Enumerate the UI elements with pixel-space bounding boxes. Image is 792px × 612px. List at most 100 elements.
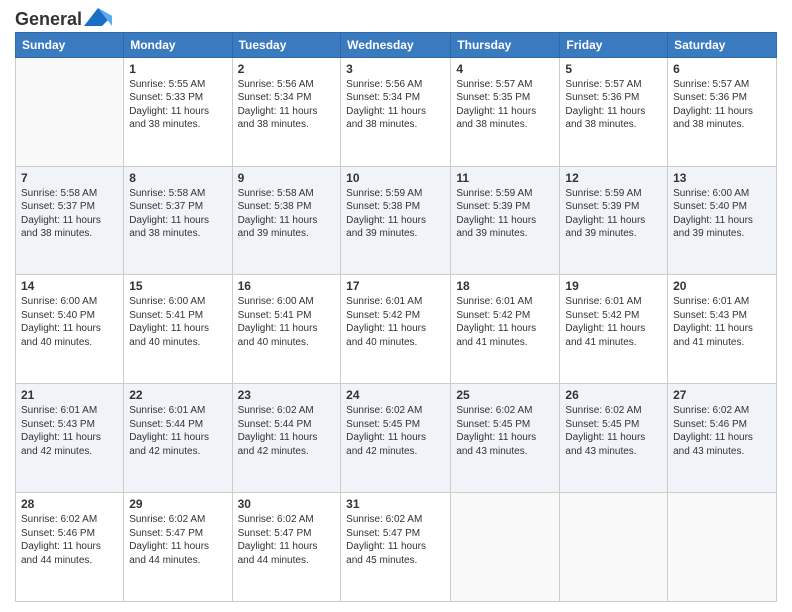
calendar-cell: 31 Sunrise: 6:02 AMSunset: 5:47 PMDayligh… — [341, 493, 451, 602]
calendar-cell: 19Sunrise: 6:01 AMSunset: 5:42 PMDayligh… — [560, 275, 668, 384]
day-number: 24 — [346, 388, 445, 402]
day-number: 15 — [129, 279, 226, 293]
day-info: Sunrise: 5:57 AMSunset: 5:36 PMDaylight:… — [565, 78, 662, 132]
day-number: 23 — [238, 388, 336, 402]
logo-text: General — [15, 10, 82, 30]
day-number: 2 — [238, 62, 336, 76]
day-info: Sunrise: 6:02 AMSunset: 5:47 PMDaylight:… — [346, 513, 445, 567]
day-number: 20 — [673, 279, 771, 293]
calendar-cell: 22 Sunrise: 6:01 AMSunset: 5:44 PMDayligh… — [124, 384, 232, 493]
calendar-cell: 25Sunrise: 6:02 AMSunset: 5:45 PMDayligh… — [451, 384, 560, 493]
day-info: Sunrise: 6:02 AMSunset: 5:46 PMDaylight:… — [21, 513, 118, 567]
day-number: 31 — [346, 497, 445, 511]
day-number: 8 — [129, 171, 226, 185]
calendar-table: SundayMondayTuesdayWednesdayThursdayFrid… — [15, 32, 777, 602]
day-info: Sunrise: 6:01 AMSunset: 5:42 PMDaylight:… — [456, 295, 554, 349]
calendar-cell: 6Sunrise: 5:57 AMSunset: 5:36 PMDaylight… — [668, 57, 777, 166]
col-header-saturday: Saturday — [668, 32, 777, 57]
calendar-cell: 14 Sunrise: 6:00 AMSunset: 5:40 PMDayligh… — [16, 275, 124, 384]
calendar-week-row: 14 Sunrise: 6:00 AMSunset: 5:40 PMDayligh… — [16, 275, 777, 384]
calendar-cell: 18 Sunrise: 6:01 AMSunset: 5:42 PMDayligh… — [451, 275, 560, 384]
day-number: 11 — [456, 171, 554, 185]
calendar-cell: 23 Sunrise: 6:02 AMSunset: 5:44 PMDayligh… — [232, 384, 341, 493]
calendar-cell: 15 Sunrise: 6:00 AMSunset: 5:41 PMDayligh… — [124, 275, 232, 384]
calendar-cell — [451, 493, 560, 602]
day-number: 4 — [456, 62, 554, 76]
calendar-cell — [668, 493, 777, 602]
calendar-header-row: SundayMondayTuesdayWednesdayThursdayFrid… — [16, 32, 777, 57]
day-number: 13 — [673, 171, 771, 185]
header: General — [15, 10, 777, 24]
day-info: Sunrise: 6:00 AMSunset: 5:40 PMDaylight:… — [21, 295, 118, 349]
day-info: Sunrise: 6:00 AMSunset: 5:41 PMDaylight:… — [238, 295, 336, 349]
day-info: Sunrise: 6:01 AMSunset: 5:42 PMDaylight:… — [565, 295, 662, 349]
day-number: 7 — [21, 171, 118, 185]
calendar-cell: 30 Sunrise: 6:02 AMSunset: 5:47 PMDayligh… — [232, 493, 341, 602]
day-info: Sunrise: 5:59 AMSunset: 5:39 PMDaylight:… — [456, 187, 554, 241]
calendar-week-row: 21 Sunrise: 6:01 AMSunset: 5:43 PMDayligh… — [16, 384, 777, 493]
calendar-cell: 10Sunrise: 5:59 AMSunset: 5:38 PMDayligh… — [341, 166, 451, 275]
calendar-cell: 11 Sunrise: 5:59 AMSunset: 5:39 PMDayligh… — [451, 166, 560, 275]
day-number: 30 — [238, 497, 336, 511]
day-number: 3 — [346, 62, 445, 76]
col-header-tuesday: Tuesday — [232, 32, 341, 57]
day-number: 14 — [21, 279, 118, 293]
day-info: Sunrise: 5:59 AMSunset: 5:39 PMDaylight:… — [565, 187, 662, 241]
day-info: Sunrise: 6:02 AMSunset: 5:47 PMDaylight:… — [129, 513, 226, 567]
day-number: 21 — [21, 388, 118, 402]
day-info: Sunrise: 6:02 AMSunset: 5:44 PMDaylight:… — [238, 404, 336, 458]
day-number: 16 — [238, 279, 336, 293]
calendar-cell: 13 Sunrise: 6:00 AMSunset: 5:40 PMDayligh… — [668, 166, 777, 275]
day-number: 1 — [129, 62, 226, 76]
day-info: Sunrise: 6:02 AMSunset: 5:45 PMDaylight:… — [346, 404, 445, 458]
calendar-cell: 17 Sunrise: 6:01 AMSunset: 5:42 PMDayligh… — [341, 275, 451, 384]
day-number: 27 — [673, 388, 771, 402]
logo: General — [15, 10, 112, 24]
calendar-cell — [16, 57, 124, 166]
day-number: 25 — [456, 388, 554, 402]
day-info: Sunrise: 5:58 AMSunset: 5:38 PMDaylight:… — [238, 187, 336, 241]
day-info: Sunrise: 5:55 AMSunset: 5:33 PMDaylight:… — [129, 78, 226, 132]
calendar-cell: 29Sunrise: 6:02 AMSunset: 5:47 PMDayligh… — [124, 493, 232, 602]
calendar-cell: 4Sunrise: 5:57 AMSunset: 5:35 PMDaylight… — [451, 57, 560, 166]
calendar-cell: 3 Sunrise: 5:56 AMSunset: 5:34 PMDaylight… — [341, 57, 451, 166]
logo-icon — [84, 8, 112, 28]
day-info: Sunrise: 6:01 AMSunset: 5:42 PMDaylight:… — [346, 295, 445, 349]
day-number: 17 — [346, 279, 445, 293]
calendar-cell: 21 Sunrise: 6:01 AMSunset: 5:43 PMDayligh… — [16, 384, 124, 493]
calendar-cell: 12 Sunrise: 5:59 AMSunset: 5:39 PMDayligh… — [560, 166, 668, 275]
calendar-cell: 27 Sunrise: 6:02 AMSunset: 5:46 PMDayligh… — [668, 384, 777, 493]
day-number: 9 — [238, 171, 336, 185]
day-number: 18 — [456, 279, 554, 293]
day-number: 22 — [129, 388, 226, 402]
calendar-cell: 8 Sunrise: 5:58 AMSunset: 5:37 PMDaylight… — [124, 166, 232, 275]
calendar-cell: 24 Sunrise: 6:02 AMSunset: 5:45 PMDayligh… — [341, 384, 451, 493]
day-number: 6 — [673, 62, 771, 76]
day-info: Sunrise: 6:01 AMSunset: 5:43 PMDaylight:… — [673, 295, 771, 349]
day-number: 5 — [565, 62, 662, 76]
day-info: Sunrise: 6:02 AMSunset: 5:47 PMDaylight:… — [238, 513, 336, 567]
col-header-sunday: Sunday — [16, 32, 124, 57]
calendar-cell: 5 Sunrise: 5:57 AMSunset: 5:36 PMDaylight… — [560, 57, 668, 166]
day-info: Sunrise: 6:00 AMSunset: 5:40 PMDaylight:… — [673, 187, 771, 241]
calendar-cell: 16 Sunrise: 6:00 AMSunset: 5:41 PMDayligh… — [232, 275, 341, 384]
day-number: 12 — [565, 171, 662, 185]
calendar-cell: 2 Sunrise: 5:56 AMSunset: 5:34 PMDaylight… — [232, 57, 341, 166]
day-info: Sunrise: 6:02 AMSunset: 5:46 PMDaylight:… — [673, 404, 771, 458]
day-info: Sunrise: 6:01 AMSunset: 5:43 PMDaylight:… — [21, 404, 118, 458]
calendar-cell: 20 Sunrise: 6:01 AMSunset: 5:43 PMDayligh… — [668, 275, 777, 384]
day-info: Sunrise: 5:58 AMSunset: 5:37 PMDaylight:… — [21, 187, 118, 241]
col-header-wednesday: Wednesday — [341, 32, 451, 57]
day-info: Sunrise: 6:02 AMSunset: 5:45 PMDaylight:… — [565, 404, 662, 458]
logo-general: General — [15, 9, 82, 29]
calendar-cell: 28 Sunrise: 6:02 AMSunset: 5:46 PMDayligh… — [16, 493, 124, 602]
day-info: Sunrise: 6:00 AMSunset: 5:41 PMDaylight:… — [129, 295, 226, 349]
day-info: Sunrise: 5:56 AMSunset: 5:34 PMDaylight:… — [238, 78, 336, 132]
calendar-cell: 26Sunrise: 6:02 AMSunset: 5:45 PMDayligh… — [560, 384, 668, 493]
day-info: Sunrise: 6:01 AMSunset: 5:44 PMDaylight:… — [129, 404, 226, 458]
calendar-cell — [560, 493, 668, 602]
day-info: Sunrise: 5:58 AMSunset: 5:37 PMDaylight:… — [129, 187, 226, 241]
day-number: 28 — [21, 497, 118, 511]
day-info: Sunrise: 5:56 AMSunset: 5:34 PMDaylight:… — [346, 78, 445, 132]
day-info: Sunrise: 5:59 AMSunset: 5:38 PMDaylight:… — [346, 187, 445, 241]
